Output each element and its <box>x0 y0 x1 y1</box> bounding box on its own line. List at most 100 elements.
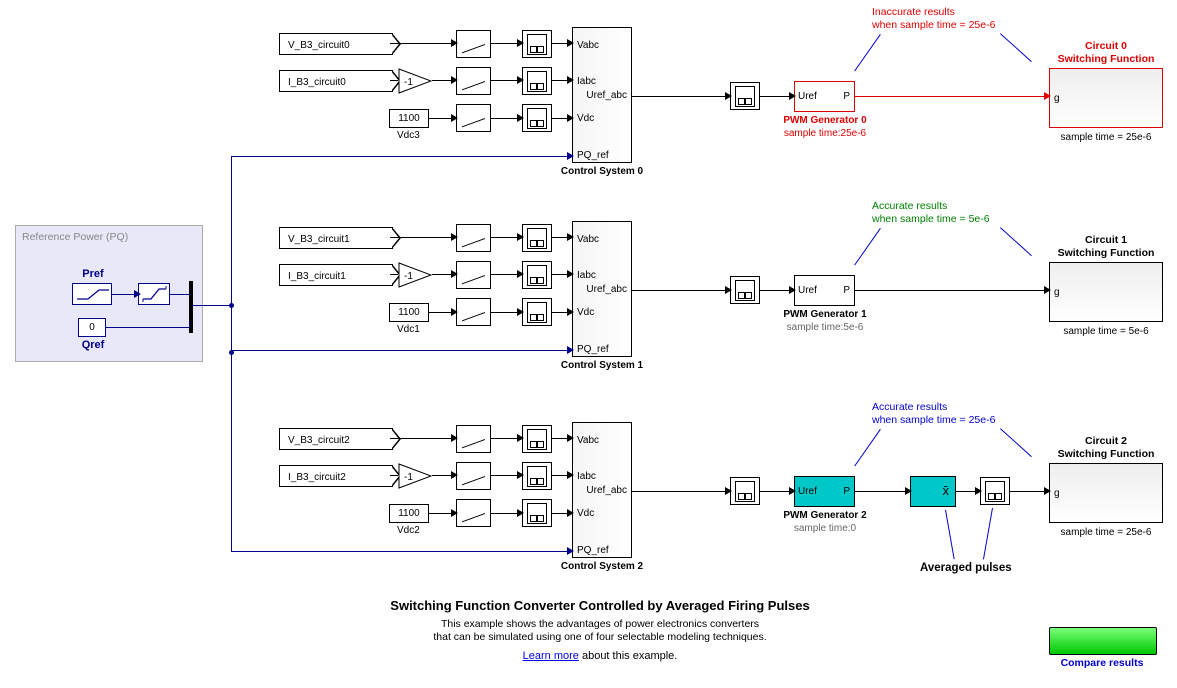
mean-block[interactable]: x̄ <box>910 476 956 507</box>
port-uref: Uref_abc <box>586 485 627 496</box>
demux-block-vdc[interactable] <box>522 298 552 326</box>
circuit-title1: Circuit 2 <box>1049 435 1163 447</box>
pwm-generator-block[interactable]: Uref P <box>794 476 855 507</box>
demux-block-v[interactable] <box>522 30 552 58</box>
svg-text:V_B3_circuit2: V_B3_circuit2 <box>288 435 350 446</box>
svg-text:I_B3_circuit0: I_B3_circuit0 <box>288 77 346 88</box>
from-v-tag[interactable]: V_B3_circuit2 <box>279 428 393 450</box>
from-v-tag[interactable]: V_B3_circuit1 <box>279 227 393 249</box>
circuit-title2: Switching Function <box>1049 247 1163 259</box>
pwm-generator-block[interactable]: Uref P <box>794 81 855 112</box>
circuit-title1: Circuit 1 <box>1049 234 1163 246</box>
circuit-block[interactable]: g <box>1049 68 1163 128</box>
averaged-pulses-label: Averaged pulses <box>920 562 1012 574</box>
pwm-sample: sample time:25e-6 <box>772 128 878 139</box>
pwm-sample: sample time:5e-6 <box>772 322 878 333</box>
tf-block-vdc[interactable] <box>456 298 491 326</box>
svg-text:V_B3_circuit0: V_B3_circuit0 <box>288 40 350 51</box>
annot-line-left <box>854 429 881 466</box>
demux-uref[interactable] <box>730 477 760 505</box>
circuit-title1: Circuit 0 <box>1049 40 1163 52</box>
from-i-tag[interactable]: I_B3_circuit1 <box>279 264 393 286</box>
demux-block-v[interactable] <box>522 425 552 453</box>
from-v-tag[interactable]: V_B3_circuit0 <box>279 33 393 55</box>
circuit-sample: sample time = 5e-6 <box>1049 326 1163 337</box>
tf-block-v[interactable] <box>456 425 491 453</box>
demux-block-i[interactable] <box>522 462 552 490</box>
pwm-label: PWM Generator 1 <box>772 309 878 320</box>
tf-block-i[interactable] <box>456 261 491 289</box>
circuit-block[interactable]: g <box>1049 463 1163 523</box>
from-i-tag[interactable]: I_B3_circuit0 <box>279 70 393 92</box>
const-1100[interactable]: 1100 <box>389 504 429 523</box>
const-1100[interactable]: 1100 <box>389 303 429 322</box>
control-system-block[interactable]: Vabc Iabc Vdc PQ_ref Uref_abc <box>572 27 632 163</box>
qref-const-block[interactable]: 0 <box>78 318 106 337</box>
port-uref: Uref_abc <box>586 284 627 295</box>
compare-results-button[interactable] <box>1049 627 1157 655</box>
demux-uref[interactable] <box>730 276 760 304</box>
pwm-label: PWM Generator 0 <box>772 115 878 126</box>
port-vabc: Vabc <box>577 435 599 446</box>
gain-block[interactable]: -1 <box>398 463 432 492</box>
gain-block[interactable]: -1 <box>398 262 432 291</box>
circuit-block[interactable]: g <box>1049 262 1163 322</box>
circuit-title2: Switching Function <box>1049 448 1163 460</box>
learn-more-link[interactable]: Learn more <box>523 650 579 662</box>
example-title: Switching Function Converter Controlled … <box>300 598 900 613</box>
pwm-generator-block[interactable]: Uref P <box>794 275 855 306</box>
demux-block-i[interactable] <box>522 261 552 289</box>
annot1: Accurate results <box>872 200 947 212</box>
pwm-label: PWM Generator 2 <box>772 510 878 521</box>
from-i-tag[interactable]: I_B3_circuit2 <box>279 465 393 487</box>
control-system-label: Control System 1 <box>552 360 652 371</box>
port-vdc: Vdc <box>577 113 594 124</box>
svg-text:I_B3_circuit2: I_B3_circuit2 <box>288 472 346 483</box>
tf-block-v[interactable] <box>456 224 491 252</box>
tf-block-i[interactable] <box>456 67 491 95</box>
port-iabc: Iabc <box>577 471 596 482</box>
vdc-label: Vdc2 <box>397 525 420 536</box>
pwm-in: Uref <box>798 285 817 296</box>
demux-block-vdc[interactable] <box>522 499 552 527</box>
rate-limiter-block[interactable] <box>138 283 170 305</box>
pwm-out: P <box>843 91 850 102</box>
pwm-in: Uref <box>798 486 817 497</box>
annot2: when sample time = 25e-6 <box>872 414 995 426</box>
tf-block-v[interactable] <box>456 30 491 58</box>
control-system-label: Control System 0 <box>552 166 652 177</box>
learn-more-line: Learn more about this example. <box>300 650 900 662</box>
port-iabc: Iabc <box>577 270 596 281</box>
tf-block-vdc[interactable] <box>456 499 491 527</box>
reference-power-subsystem[interactable]: Reference Power (PQ) Pref 0 Qref <box>15 225 203 362</box>
avg-line-right <box>983 508 993 559</box>
demux-block-vdc[interactable] <box>522 104 552 132</box>
mean-symbol: x̄ <box>943 483 950 498</box>
qref-label: Qref <box>78 339 108 351</box>
port-vdc: Vdc <box>577 508 594 519</box>
control-system-block[interactable]: Vabc Iabc Vdc PQ_ref Uref_abc <box>572 422 632 558</box>
circuit-sample: sample time = 25e-6 <box>1049 132 1163 143</box>
gain-block[interactable]: -1 <box>398 68 432 97</box>
circuit-sample: sample time = 25e-6 <box>1049 527 1163 538</box>
vdc-label: Vdc3 <box>397 130 420 141</box>
vdc-label: Vdc1 <box>397 324 420 335</box>
port-vabc: Vabc <box>577 40 599 51</box>
annot-line-left <box>854 228 881 265</box>
demux-block-i[interactable] <box>522 67 552 95</box>
tf-block-vdc[interactable] <box>456 104 491 132</box>
tf-block-i[interactable] <box>456 462 491 490</box>
pref-source-block[interactable] <box>72 283 112 305</box>
pref-label: Pref <box>78 268 108 280</box>
circuit-port-g: g <box>1054 488 1060 499</box>
annot2: when sample time = 25e-6 <box>872 19 995 31</box>
control-system-block[interactable]: Vabc Iabc Vdc PQ_ref Uref_abc <box>572 221 632 357</box>
demux-uref[interactable] <box>730 82 760 110</box>
demux-block-v[interactable] <box>522 224 552 252</box>
avg-line-left <box>945 510 955 559</box>
pwm-out: P <box>843 486 850 497</box>
const-1100[interactable]: 1100 <box>389 109 429 128</box>
annot1: Inaccurate results <box>872 6 955 18</box>
circuit-port-g: g <box>1054 287 1060 298</box>
demux-post-mean[interactable] <box>980 477 1010 505</box>
